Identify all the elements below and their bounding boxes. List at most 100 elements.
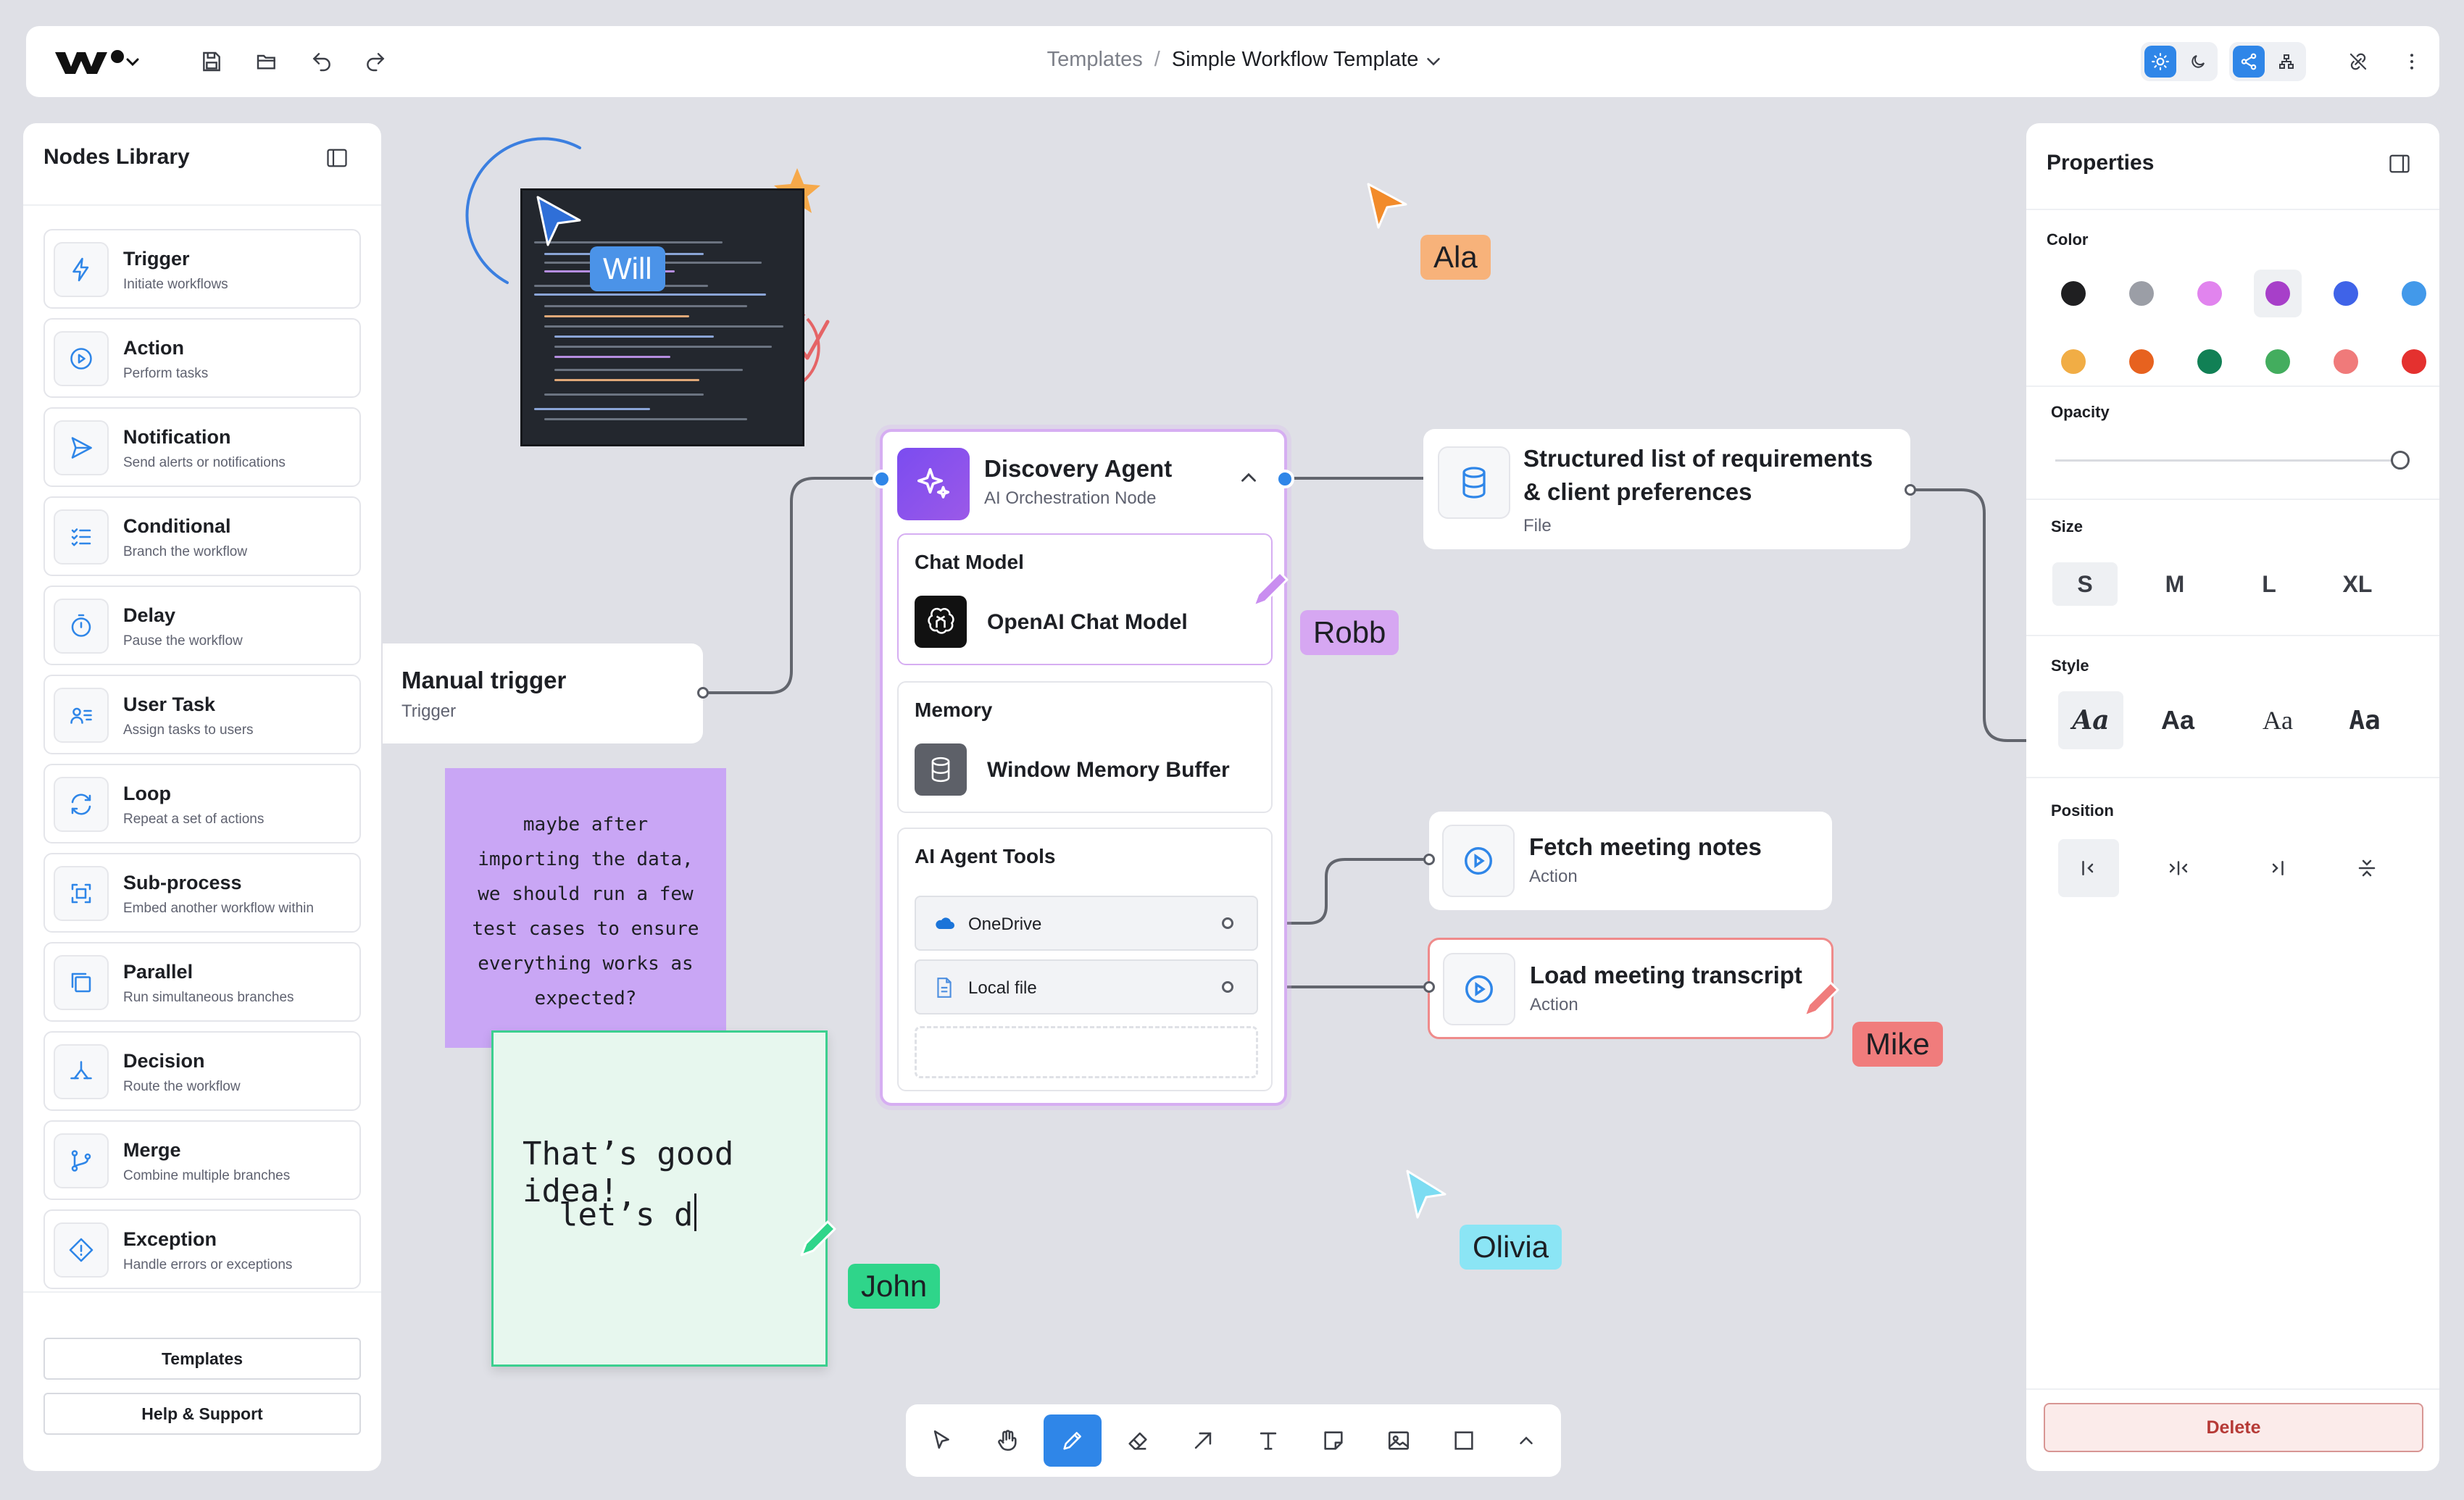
manual-trigger-node[interactable]: Manual trigger Trigger — [383, 643, 703, 743]
library-item-exception[interactable]: Exception Handle errors or exceptions — [43, 1209, 361, 1289]
fetch-title: Fetch meeting notes — [1529, 833, 1762, 860]
size-option-s[interactable]: S — [2052, 562, 2118, 606]
library-item-notification[interactable]: Notification Send alerts or notifications — [43, 407, 361, 487]
fetch-input-port[interactable] — [1423, 854, 1435, 865]
style-option-sans[interactable]: Aa — [2145, 691, 2210, 749]
memory-value: Window Memory Buffer — [987, 758, 1230, 782]
requirements-output-port[interactable] — [1905, 484, 1916, 496]
library-item-name: Trigger — [123, 248, 190, 270]
eraser-tool[interactable] — [1109, 1414, 1167, 1467]
library-item-desc: Route the workflow — [123, 1079, 241, 1094]
templates-button[interactable]: Templates — [43, 1338, 361, 1380]
sparkle-icon — [897, 448, 970, 520]
tool-local-file[interactable]: Local file — [915, 959, 1258, 1014]
library-item-name: Sub-process — [123, 872, 242, 893]
color-swatch[interactable] — [2061, 281, 2086, 306]
memory-card[interactable]: Memory Window Memory Buffer — [897, 681, 1273, 813]
size-option-xl[interactable]: XL — [2325, 562, 2390, 606]
library-item-name: Exception — [123, 1228, 217, 1250]
tool-onedrive[interactable]: OneDrive — [915, 896, 1258, 951]
delete-button[interactable]: Delete — [2044, 1403, 2423, 1452]
align-start-icon[interactable] — [2058, 839, 2119, 897]
style-option-mono[interactable]: Aa — [2332, 691, 2397, 749]
library-item-decision[interactable]: Decision Route the workflow — [43, 1031, 361, 1111]
color-swatch[interactable] — [2402, 349, 2426, 374]
style-option-handwritten[interactable]: Aa — [2058, 691, 2123, 749]
library-item-merge[interactable]: Merge Combine multiple branches — [43, 1120, 361, 1200]
sticky-note-green[interactable]: That’s good idea! let’s d — [491, 1030, 828, 1367]
chevron-up-icon[interactable] — [1236, 465, 1261, 490]
chat-model-card[interactable]: Chat Model OpenAI Chat Model — [897, 533, 1273, 665]
arrow-tool[interactable] — [1174, 1414, 1232, 1467]
color-swatch[interactable] — [2129, 349, 2154, 374]
fetch-meeting-notes-node[interactable]: Fetch meeting notes Action — [1429, 812, 1832, 910]
properties-title: Properties — [2047, 151, 2155, 175]
color-swatch[interactable] — [2197, 349, 2222, 374]
library-item-trigger[interactable]: Trigger Initiate workflows — [43, 229, 361, 309]
style-label: Style — [2051, 657, 2089, 675]
sticky-note-tool[interactable] — [1304, 1414, 1362, 1467]
color-swatch[interactable] — [2402, 281, 2426, 306]
requirements-file-node[interactable]: Structured list of requirements & client… — [1423, 429, 1910, 549]
collapse-panel-icon[interactable] — [2389, 154, 2410, 174]
library-item-desc: Perform tasks — [123, 366, 209, 381]
library-item-action[interactable]: Action Perform tasks — [43, 318, 361, 398]
discovery-agent-node[interactable]: Discovery Agent AI Orchestration Node Ch… — [880, 429, 1287, 1106]
opacity-slider-thumb[interactable] — [2391, 451, 2410, 470]
opacity-slider-track[interactable] — [2055, 459, 2400, 462]
image-tool[interactable] — [1370, 1414, 1428, 1467]
agent-input-port[interactable] — [873, 470, 891, 488]
color-swatch[interactable] — [2265, 281, 2290, 306]
manual-trigger-subtitle: Trigger — [401, 701, 457, 721]
load-subtitle: Action — [1530, 995, 1578, 1014]
align-vertical-icon[interactable] — [2336, 839, 2397, 897]
collapse-panel-icon[interactable] — [326, 148, 348, 168]
mike-pencil-icon — [1803, 981, 1839, 1017]
manual-trigger-output-port[interactable] — [697, 687, 709, 699]
color-swatch[interactable] — [2197, 281, 2222, 306]
load-meeting-transcript-node[interactable]: Load meeting transcript Action — [1428, 938, 1834, 1039]
cloud-icon — [933, 914, 955, 932]
library-item-desc: Assign tasks to users — [123, 722, 254, 738]
size-option-l[interactable]: L — [2236, 562, 2302, 606]
merge-icon — [54, 1133, 109, 1188]
local-file-output-port[interactable] — [1222, 981, 1233, 993]
library-item-user-task[interactable]: User Task Assign tasks to users — [43, 675, 361, 754]
manual-trigger-title: Manual trigger — [401, 667, 567, 693]
agent-title: Discovery Agent — [984, 455, 1173, 482]
hand-tool[interactable] — [978, 1414, 1036, 1467]
style-option-serif[interactable]: Aa — [2245, 691, 2310, 749]
library-item-loop[interactable]: Loop Repeat a set of actions — [43, 764, 361, 843]
library-item-desc: Send alerts or notifications — [123, 455, 286, 470]
color-label: Color — [2047, 230, 2089, 249]
sticky-note-purple[interactable]: maybe after importing the data, we should … — [445, 768, 726, 1048]
library-item-desc: Embed another workflow within — [123, 901, 314, 916]
library-item-delay[interactable]: Delay Pause the workflow — [43, 586, 361, 665]
color-swatch[interactable] — [2334, 349, 2358, 374]
requirements-title-line1: Structured list of requirements — [1523, 445, 1873, 472]
library-item-parallel[interactable]: Parallel Run simultaneous branches — [43, 942, 361, 1022]
color-swatch[interactable] — [2061, 349, 2086, 374]
help-support-button[interactable]: Help & Support — [43, 1393, 361, 1435]
library-item-sub-process[interactable]: Sub-process Embed another workflow within — [43, 853, 361, 933]
color-swatch[interactable] — [2265, 349, 2290, 374]
drawing-toolbar — [906, 1404, 1561, 1477]
add-tool-placeholder[interactable] — [915, 1026, 1258, 1078]
load-input-port[interactable] — [1423, 981, 1435, 993]
align-center-icon[interactable] — [2148, 839, 2209, 897]
chevron-up-icon[interactable] — [1497, 1414, 1555, 1467]
loop-icon — [54, 777, 109, 832]
agent-output-port[interactable] — [1275, 470, 1294, 488]
text-tool[interactable] — [1239, 1414, 1297, 1467]
align-end-icon[interactable] — [2247, 839, 2307, 897]
color-swatch[interactable] — [2334, 281, 2358, 306]
sticky-purple-line: we should run a few — [478, 883, 694, 905]
color-swatch[interactable] — [2129, 281, 2154, 306]
sticky-purple-line: everything works as — [478, 953, 694, 975]
size-option-m[interactable]: M — [2142, 562, 2207, 606]
pen-tool[interactable] — [1044, 1414, 1102, 1467]
select-tool[interactable] — [913, 1414, 971, 1467]
rectangle-tool[interactable] — [1435, 1414, 1493, 1467]
library-item-conditional[interactable]: Conditional Branch the workflow — [43, 496, 361, 576]
onedrive-output-port[interactable] — [1222, 917, 1233, 929]
